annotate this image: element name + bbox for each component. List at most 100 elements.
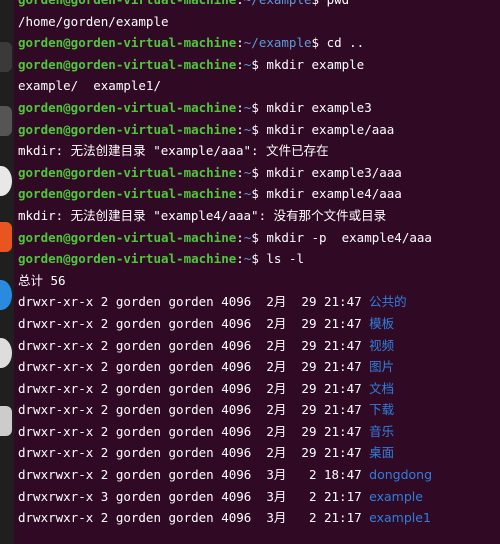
files-icon[interactable]: [0, 42, 12, 72]
output-text: /home/gorden/example: [18, 13, 169, 29]
prompt-separator: :: [236, 35, 244, 51]
output-text: mkdir: 无法创建目录 "example4/aaa": 没有那个文件或目录: [18, 207, 387, 223]
rhythmbox-icon[interactable]: [0, 166, 12, 196]
output-line: example/ example1/: [18, 75, 500, 97]
prompt-symbol: $: [251, 229, 259, 245]
app-icon[interactable]: [0, 106, 12, 136]
listing-meta: drwxr-xr-x 2 gorden gorden 4096 2月 29 21…: [18, 423, 370, 439]
listing-row: drwxr-xr-x 2 gorden gorden 4096 2月 29 21…: [18, 291, 500, 313]
listing-meta: drwxr-xr-x 2 gorden gorden 4096 2月 29 21…: [18, 315, 370, 331]
output-text: mkdir: 无法创建目录 "example/aaa": 文件已存在: [18, 143, 329, 159]
prompt-line: gorden@gorden-virtual-machine:~$ mkdir e…: [18, 97, 500, 119]
prompt-line: gorden@gorden-virtual-machine:~$ mkdir e…: [18, 119, 500, 141]
listing-row: drwxr-xr-x 2 gorden gorden 4096 2月 29 21…: [18, 442, 500, 464]
listing-meta: drwxrwxr-x 2 gorden gorden 4096 3月 2 18:…: [18, 467, 370, 483]
listing-meta: drwxrwxr-x 2 gorden gorden 4096 3月 2 21:…: [18, 510, 370, 526]
prompt-separator: :: [236, 229, 244, 245]
prompt-symbol: $: [251, 164, 259, 180]
directory-name: 模板: [369, 315, 395, 331]
listing-meta: drwxr-xr-x 2 gorden gorden 4096 2月 29 21…: [18, 380, 370, 396]
prompt-separator: :: [236, 186, 244, 202]
output-line: 总计 56: [18, 270, 500, 292]
output-line: mkdir: 无法创建目录 "example/aaa": 文件已存在: [18, 140, 500, 162]
help-icon[interactable]: [0, 280, 12, 310]
directory-name: 图片: [369, 359, 395, 375]
prompt-user: gorden@gorden-virtual-machine: [18, 164, 237, 180]
disc-icon[interactable]: [0, 338, 12, 368]
directory-name: 音乐: [369, 423, 395, 439]
listing-row: drwxr-xr-x 2 gorden gorden 4096 2月 29 21…: [18, 399, 500, 421]
command-text: mkdir example4/aaa: [258, 186, 402, 202]
listing-row: drwxr-xr-x 2 gorden gorden 4096 2月 29 21…: [18, 378, 500, 400]
prompt-symbol: $: [251, 121, 259, 137]
listing-row: drwxr-xr-x 2 gorden gorden 4096 2月 29 21…: [18, 356, 500, 378]
command-text: mkdir example/aaa: [258, 121, 395, 137]
command-text: mkdir example: [258, 56, 365, 72]
prompt-separator: :: [236, 0, 244, 7]
prompt-user: gorden@gorden-virtual-machine: [18, 251, 237, 267]
prompt-symbol: $: [251, 186, 259, 202]
prompt-line: gorden@gorden-virtual-machine:~$ mkdir e…: [18, 162, 500, 184]
prompt-separator: :: [236, 164, 244, 180]
output-text: 总计 56: [18, 272, 66, 288]
listing-meta: drwxr-xr-x 2 gorden gorden 4096 2月 29 21…: [18, 402, 370, 418]
output-text: example/ example1/: [18, 78, 161, 94]
output-line: mkdir: 无法创建目录 "example4/aaa": 没有那个文件或目录: [18, 205, 500, 227]
listing-row: drwxr-xr-x 2 gorden gorden 4096 2月 29 21…: [18, 335, 500, 357]
directory-name: 视频: [369, 337, 395, 353]
command-text: mkdir -p example4/aaa: [258, 229, 432, 245]
prompt-line: gorden@gorden-virtual-machine:~$ mkdir -…: [18, 227, 500, 249]
prompt-symbol: $: [251, 56, 259, 72]
prompt-separator: :: [236, 251, 244, 267]
listing-row: drwxrwxr-x 2 gorden gorden 4096 3月 2 18:…: [18, 464, 500, 486]
command-text: cd ..: [319, 35, 365, 51]
prompt-separator: :: [236, 56, 244, 72]
listing-meta: drwxr-xr-x 2 gorden gorden 4096 2月 29 21…: [18, 359, 370, 375]
prompt-path: ~/example: [243, 35, 312, 51]
prompt-separator: :: [236, 99, 244, 115]
prompt-line: gorden@gorden-virtual-machine:~$ mkdir e…: [18, 54, 500, 76]
output-line: /home/gorden/example: [18, 11, 500, 33]
listing-row: drwxrwxr-x 2 gorden gorden 4096 3月 2 21:…: [18, 507, 500, 529]
command-text: mkdir example3/aaa: [258, 164, 402, 180]
directory-name: 桌面: [369, 445, 395, 461]
prompt-line: gorden@gorden-virtual-machine:~/example$…: [18, 32, 500, 54]
prompt-user: gorden@gorden-virtual-machine: [18, 56, 237, 72]
prompt-line: gorden@gorden-virtual-machine:~$ mkdir e…: [18, 183, 500, 205]
dock: [0, 0, 14, 544]
listing-meta: drwxr-xr-x 2 gorden gorden 4096 2月 29 21…: [18, 294, 370, 310]
prompt-symbol: $: [311, 35, 320, 51]
software-icon[interactable]: [0, 222, 12, 252]
prompt-user: gorden@gorden-virtual-machine: [18, 229, 237, 245]
prompt-user: gorden@gorden-virtual-machine: [18, 121, 237, 137]
directory-name: 下载: [369, 402, 395, 418]
listing-row: drwxr-xr-x 2 gorden gorden 4096 2月 29 21…: [18, 421, 500, 443]
prompt-separator: :: [236, 121, 244, 137]
listing-meta: drwxr-xr-x 2 gorden gorden 4096 2月 29 21…: [18, 337, 370, 353]
command-text: ls -l: [258, 251, 304, 267]
directory-name: dongdong: [369, 467, 433, 483]
trash-icon[interactable]: [0, 406, 12, 436]
prompt-symbol: $: [312, 0, 320, 7]
prompt-user: gorden@gorden-virtual-machine: [18, 35, 237, 51]
screenshot: gorden@gorden-virtual-machine:~/example$…: [0, 0, 500, 544]
directory-name: 公共的: [369, 294, 407, 310]
prompt-symbol: $: [251, 251, 259, 267]
command-text: mkdir example3: [258, 99, 372, 115]
prompt-symbol: $: [251, 99, 259, 115]
directory-name: example: [369, 488, 423, 504]
listing-row: drwxrwxr-x 3 gorden gorden 4096 3月 2 21:…: [18, 486, 500, 508]
prompt-user: gorden@gorden-virtual-machine: [18, 99, 237, 115]
prompt-line: gorden@gorden-virtual-machine:~/example$…: [18, 0, 500, 11]
directory-name: example1: [369, 510, 431, 526]
listing-meta: drwxrwxr-x 3 gorden gorden 4096 3月 2 21:…: [18, 488, 370, 504]
terminal-output[interactable]: gorden@gorden-virtual-machine:~/example$…: [18, 0, 500, 544]
command-text: pwd: [319, 0, 350, 7]
listing-meta: drwxr-xr-x 2 gorden gorden 4096 2月 29 21…: [18, 445, 370, 461]
directory-name: 文档: [369, 380, 395, 396]
prompt-line: gorden@gorden-virtual-machine:~$ ls -l: [18, 248, 500, 270]
prompt-user: gorden@gorden-virtual-machine: [18, 0, 236, 7]
prompt-path: ~/example: [244, 0, 312, 7]
prompt-user: gorden@gorden-virtual-machine: [18, 186, 237, 202]
listing-row: drwxr-xr-x 2 gorden gorden 4096 2月 29 21…: [18, 313, 500, 335]
